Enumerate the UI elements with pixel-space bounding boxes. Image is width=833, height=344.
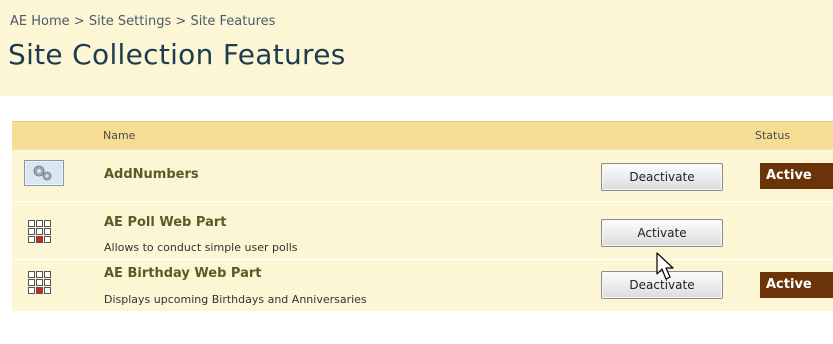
web-part-icon xyxy=(28,271,52,299)
table-header: Name Status xyxy=(12,122,833,150)
table-row: AE Birthday Web Part Displays upcoming B… xyxy=(12,260,833,312)
feature-description: Displays upcoming Birthdays and Annivers… xyxy=(104,293,367,306)
generic-feature-icon xyxy=(24,160,64,190)
mouse-pointer-icon xyxy=(656,252,676,290)
web-part-icon xyxy=(28,220,52,248)
features-table: Name Status AddNumbers Deactivate Active xyxy=(12,121,833,312)
status-badge: Active xyxy=(760,163,833,189)
column-header-name: Name xyxy=(103,129,136,142)
table-row: AE Poll Web Part Allows to conduct simpl… xyxy=(12,202,833,260)
deactivate-button[interactable]: Deactivate xyxy=(601,163,723,191)
page-title: Site Collection Features xyxy=(8,38,346,71)
breadcrumb: AE Home > Site Settings > Site Features xyxy=(10,14,275,29)
title-area: AE Home > Site Settings > Site Features … xyxy=(0,0,833,96)
breadcrumb-separator: > xyxy=(175,14,187,29)
table-row: AddNumbers Deactivate Active xyxy=(12,150,833,202)
column-header-status: Status xyxy=(755,129,791,142)
feature-name: AddNumbers xyxy=(104,167,199,182)
feature-name: AE Poll Web Part xyxy=(104,215,227,230)
feature-description: Allows to conduct simple user polls xyxy=(104,241,298,254)
breadcrumb-site-settings-link[interactable]: Site Settings xyxy=(89,14,171,29)
breadcrumb-separator: > xyxy=(73,14,85,29)
status-badge: Active xyxy=(760,272,833,298)
feature-name: AE Birthday Web Part xyxy=(104,266,262,281)
breadcrumb-home-link[interactable]: AE Home xyxy=(10,14,70,29)
activate-button[interactable]: Activate xyxy=(601,219,723,247)
breadcrumb-current: Site Features xyxy=(190,14,276,29)
